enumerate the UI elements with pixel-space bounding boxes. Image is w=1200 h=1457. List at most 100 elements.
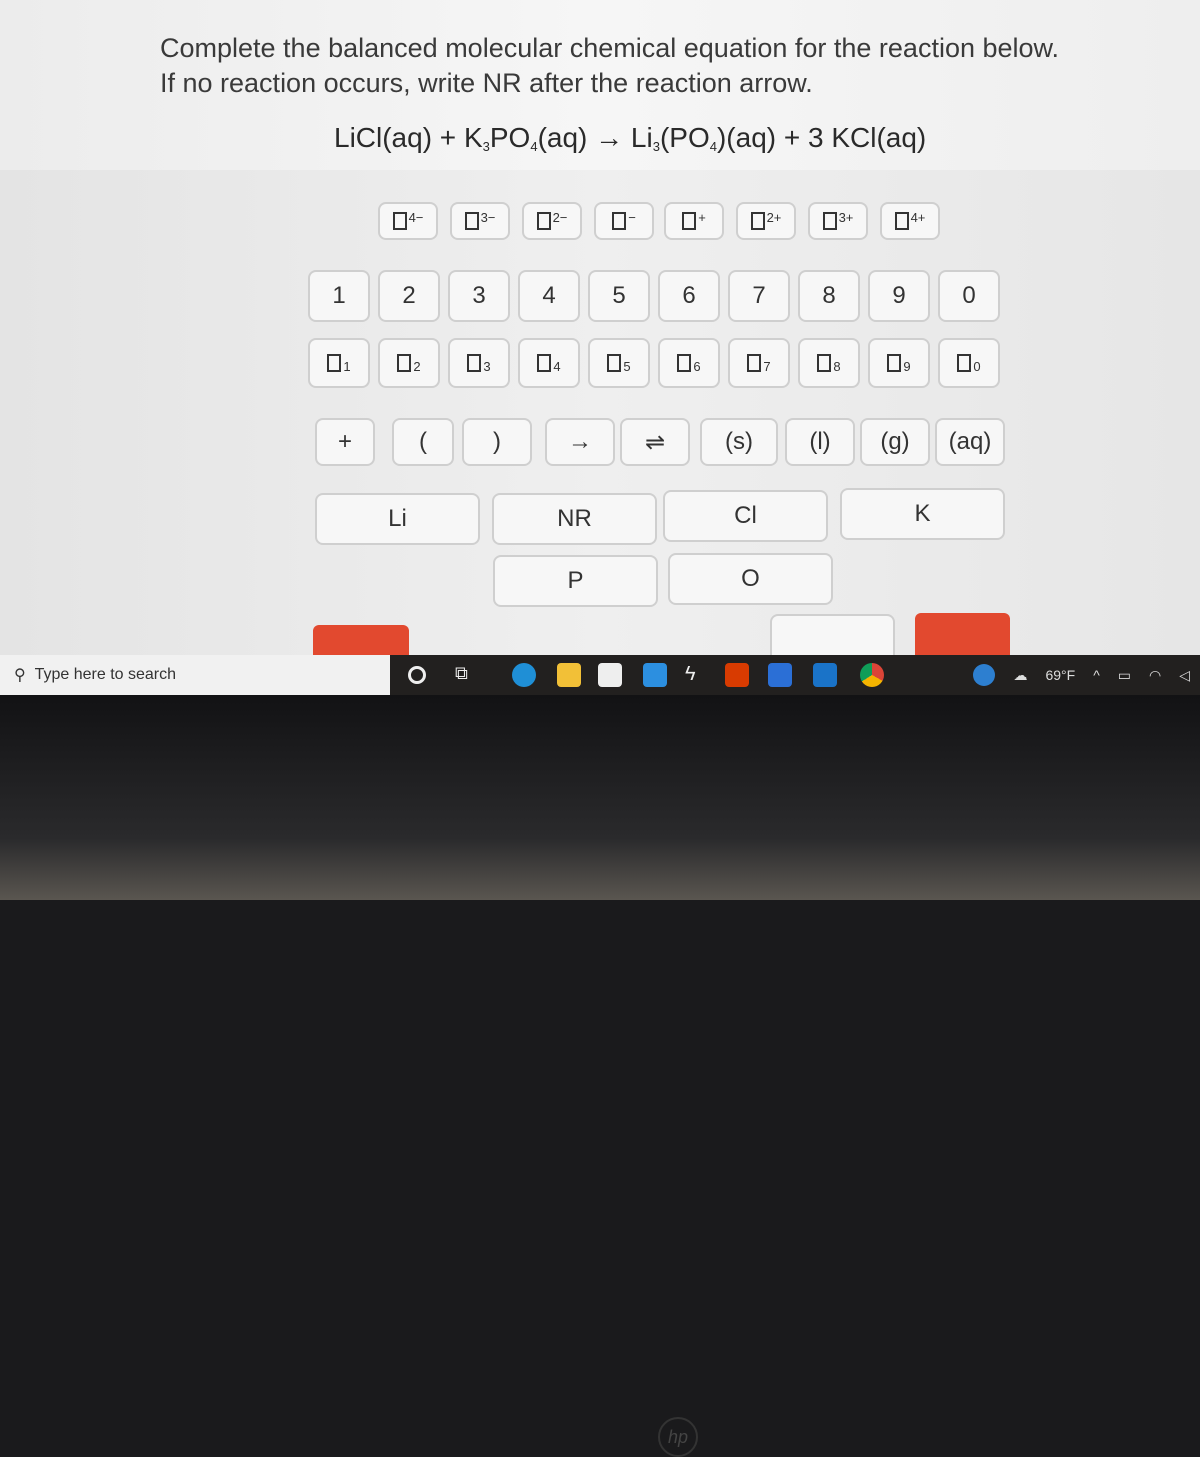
digit-button[interactable]: 6: [658, 270, 720, 322]
subscript-button[interactable]: 8: [798, 338, 860, 388]
box-icon: [957, 354, 972, 372]
file-explorer-icon[interactable]: [557, 663, 581, 687]
eq-part: LiCl(aq) + K: [334, 122, 483, 153]
digit-button[interactable]: 1: [308, 270, 370, 322]
weather-temp[interactable]: 69°F: [1045, 667, 1075, 683]
charge-label: +: [698, 209, 706, 225]
digit-label: 3: [472, 282, 486, 309]
subscript-button[interactable]: 1: [308, 338, 370, 388]
digit-label: 1: [332, 282, 346, 309]
mail-icon[interactable]: [643, 663, 667, 687]
charge-label: 4−: [408, 209, 424, 225]
search-box[interactable]: ⚲ Type here to search: [0, 655, 390, 695]
eq-sub: 3: [652, 139, 660, 154]
box-icon: [607, 354, 622, 372]
subscript-button[interactable]: 9: [868, 338, 930, 388]
charge-button[interactable]: −: [594, 202, 654, 240]
element-button[interactable]: Cl: [663, 490, 828, 542]
symbol-label: ): [493, 428, 501, 455]
charge-label: 3−: [480, 209, 496, 225]
box-icon: [612, 212, 627, 230]
digit-button[interactable]: 5: [588, 270, 650, 322]
symbol-button[interactable]: ⇌: [620, 418, 690, 466]
digit-label: 7: [752, 282, 766, 309]
digit-button[interactable]: 9: [868, 270, 930, 322]
symbol-button[interactable]: (g): [860, 418, 930, 466]
edge-icon[interactable]: [512, 663, 536, 687]
symbol-button[interactable]: (s): [700, 418, 778, 466]
symbol-label: +: [337, 428, 352, 455]
subscript-button[interactable]: 4: [518, 338, 580, 388]
eq-part: )(aq) + 3 KCl(aq): [716, 122, 927, 153]
digit-button[interactable]: 2: [378, 270, 440, 322]
symbol-button[interactable]: →: [545, 418, 615, 466]
task-view-icon[interactable]: ⧉: [455, 663, 479, 687]
element-label: Cl: [734, 502, 757, 529]
charge-button[interactable]: 2+: [736, 202, 796, 240]
equation-input[interactable]: LiCl(aq) + K3PO4(aq) → Li3(PO4)(aq) + 3 …: [334, 122, 926, 154]
subscript-label: 2: [413, 358, 421, 374]
element-button[interactable]: Li: [315, 493, 480, 545]
symbol-label: (aq): [948, 428, 992, 455]
digit-button[interactable]: 7: [728, 270, 790, 322]
charge-button[interactable]: 3+: [808, 202, 868, 240]
charge-button[interactable]: 4−: [378, 202, 438, 240]
store-icon[interactable]: [598, 663, 622, 687]
battery-icon[interactable]: ▭: [1118, 667, 1131, 684]
element-button[interactable]: O: [668, 553, 833, 605]
symbol-button[interactable]: (aq): [935, 418, 1005, 466]
symbol-label: →: [568, 428, 592, 455]
app-icon[interactable]: ϟ: [685, 663, 709, 687]
chevron-up-icon[interactable]: ^: [1093, 667, 1100, 683]
element-button[interactable]: NR: [492, 493, 657, 545]
charge-label: 3+: [838, 209, 854, 225]
system-tray: ☁ 69°F ^ ▭ ◠ ◁: [973, 655, 1190, 695]
red-button-partial[interactable]: [915, 613, 1010, 655]
eq-sub: 4: [530, 139, 538, 154]
element-button[interactable]: P: [493, 555, 658, 607]
eq-sub: 3: [482, 139, 490, 154]
eq-part: (PO: [659, 122, 710, 153]
subscript-button[interactable]: 7: [728, 338, 790, 388]
red-button-partial[interactable]: [313, 625, 409, 655]
symbol-button[interactable]: (: [392, 418, 454, 466]
digit-button[interactable]: 8: [798, 270, 860, 322]
element-button[interactable]: K: [840, 488, 1005, 540]
subscript-button[interactable]: 0: [938, 338, 1000, 388]
help-icon[interactable]: [973, 664, 996, 686]
digit-label: 0: [962, 282, 976, 309]
search-placeholder: Type here to search: [34, 666, 177, 683]
digit-button[interactable]: 3: [448, 270, 510, 322]
word-icon[interactable]: [768, 663, 792, 687]
digit-button[interactable]: 4: [518, 270, 580, 322]
volume-icon[interactable]: ◁: [1179, 667, 1190, 684]
element-label: NR: [557, 505, 592, 532]
charge-button[interactable]: 4+: [880, 202, 940, 240]
box-icon: [894, 212, 909, 230]
laptop-bezel: hp: [0, 695, 1200, 1457]
subscript-label: 8: [833, 358, 841, 374]
subscript-label: 6: [693, 358, 701, 374]
subscript-button[interactable]: 2: [378, 338, 440, 388]
charge-button[interactable]: 3−: [450, 202, 510, 240]
box-icon: [536, 212, 551, 230]
symbol-button[interactable]: (l): [785, 418, 855, 466]
office-icon[interactable]: [725, 663, 749, 687]
symbol-label: (s): [725, 428, 753, 455]
subscript-button[interactable]: 3: [448, 338, 510, 388]
cortana-icon[interactable]: [408, 666, 426, 684]
charge-button[interactable]: +: [664, 202, 724, 240]
charge-label: 2+: [766, 209, 782, 225]
symbol-button[interactable]: ): [462, 418, 532, 466]
subscript-button[interactable]: 6: [658, 338, 720, 388]
box-icon: [464, 212, 479, 230]
subscript-label: 9: [903, 358, 911, 374]
subscript-button[interactable]: 5: [588, 338, 650, 388]
outlook-icon[interactable]: [813, 663, 837, 687]
charge-button[interactable]: 2−: [522, 202, 582, 240]
wifi-icon[interactable]: ◠: [1149, 667, 1161, 684]
digit-button[interactable]: 0: [938, 270, 1000, 322]
symbol-button[interactable]: +: [315, 418, 375, 466]
chrome-icon[interactable]: [860, 663, 884, 687]
instruction-line-1: Complete the balanced molecular chemical…: [160, 33, 1060, 63]
